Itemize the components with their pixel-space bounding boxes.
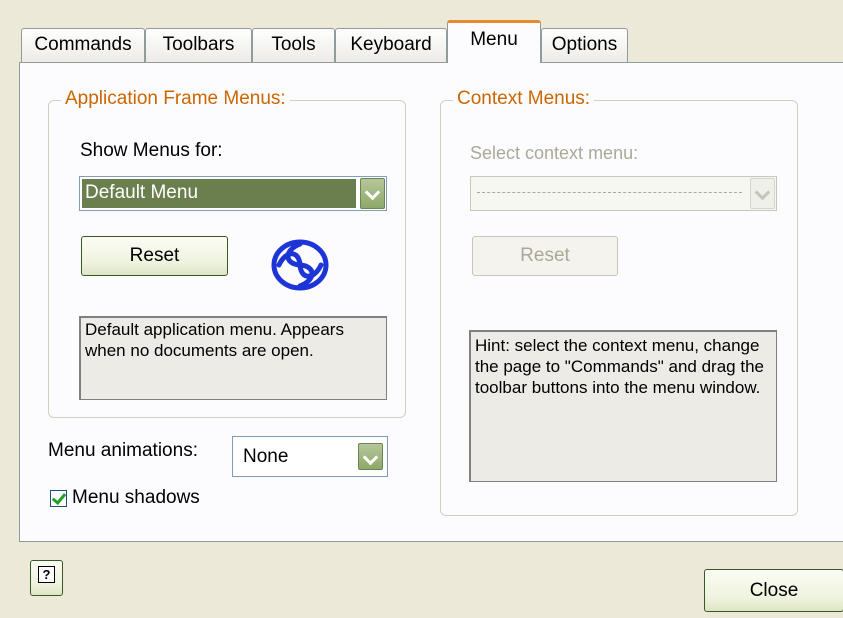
help-icon: ? (38, 566, 55, 583)
show-menus-label: Show Menus for: (80, 140, 223, 161)
tab-commands[interactable]: Commands (21, 28, 145, 62)
menu-animations-value: None (243, 446, 289, 467)
chevron-down-icon[interactable] (750, 178, 775, 209)
menu-shadows-label[interactable]: Menu shadows (72, 487, 200, 509)
show-menus-value: Default Menu (82, 179, 356, 208)
app-menu-reset-button[interactable]: Reset (81, 236, 228, 276)
tab-tools[interactable]: Tools (252, 28, 335, 62)
menu-swirl-icon (271, 239, 329, 291)
menu-animations-label: Menu animations: (48, 440, 198, 461)
context-menu-hint: Hint: select the context menu, change th… (469, 330, 777, 482)
context-menus-legend: Context Menus: (453, 88, 595, 110)
show-menus-combo[interactable]: Default Menu (79, 176, 387, 211)
close-button[interactable]: Close (704, 569, 843, 612)
context-menu-reset-button[interactable]: Reset (472, 236, 618, 276)
app-frame-menus-legend: Application Frame Menus: (61, 88, 290, 110)
tab-options[interactable]: Options (541, 28, 628, 62)
chevron-down-icon[interactable] (358, 443, 383, 470)
tab-toolbars[interactable]: Toolbars (145, 28, 252, 62)
chevron-down-icon[interactable] (360, 178, 385, 209)
menu-shadows-checkbox[interactable] (50, 490, 67, 507)
context-menu-empty-value (477, 192, 742, 193)
tab-keyboard[interactable]: Keyboard (335, 28, 447, 62)
tab-menu[interactable]: Menu (447, 20, 541, 63)
select-context-menu-label: Select context menu: (470, 143, 639, 163)
context-menu-combo[interactable] (470, 176, 777, 211)
help-button[interactable]: ? (30, 560, 63, 596)
menu-animations-combo[interactable]: None (232, 436, 388, 477)
app-menu-description: Default application menu. Appears when n… (79, 316, 387, 400)
